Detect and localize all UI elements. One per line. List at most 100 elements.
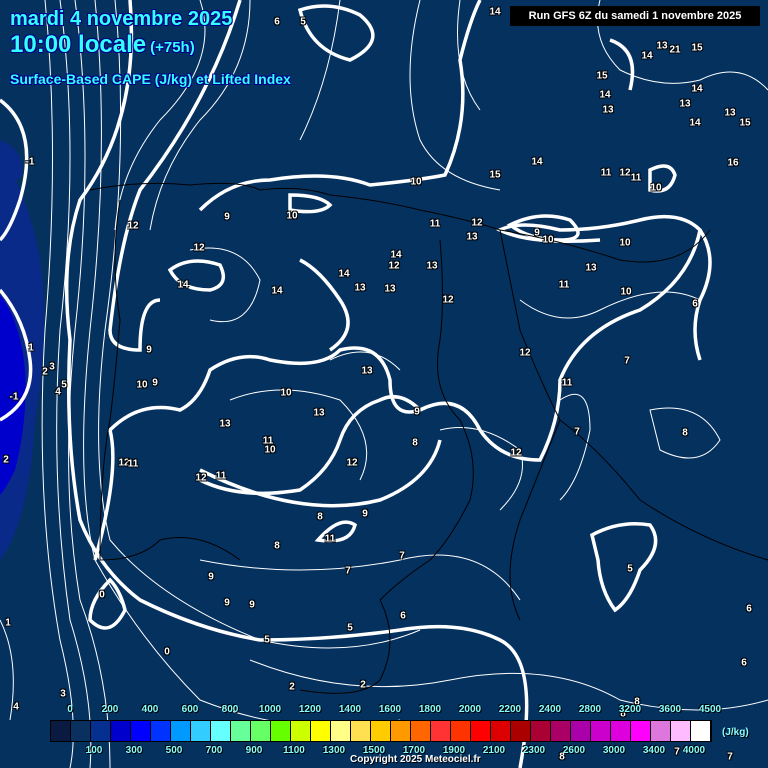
contour-label: 9 [146,344,152,356]
colorbar-label: 1200 [298,704,322,715]
contour-label: 10 [619,237,631,249]
li-shading-top [0,140,23,192]
contour-label: 13 [361,365,373,377]
contour-label: 13 [679,98,691,110]
colorbar-cell [211,721,231,741]
contour-label: 6 [692,298,698,310]
contour-label: 13 [354,282,366,294]
contour-label: 15 [691,42,703,54]
contour-label: 11 [127,458,139,470]
contour-label: 7 [345,565,351,577]
contour-label: -1 [9,391,19,403]
contour-label: 10 [542,234,554,246]
contour-label: 13 [384,283,396,295]
colorbar-cell [251,721,271,741]
colorbar-cell [531,721,551,741]
colorbar-cell [611,721,631,741]
colorbar-label: 4000 [682,745,706,756]
contour-label: 0 [164,646,170,658]
colorbar-cell [631,721,651,741]
colorbar-label: 300 [125,745,143,756]
colorbar-cell [651,721,671,741]
contour-label: 6 [400,610,406,622]
colorbar-label: 600 [181,704,199,715]
colorbar-cell [671,721,691,741]
contour-label: 9 [414,406,420,418]
map-layer [0,0,768,768]
contour-label: 11 [630,172,642,184]
contour-label: 7 [674,746,680,758]
colorbar-cell [171,721,191,741]
colorbar-label: 100 [85,745,103,756]
contour-label: 5 [61,379,67,391]
colorbar-unit: (J/kg) [722,727,749,738]
contour-label: -1 [25,156,35,168]
copyright: Copyright 2025 Meteociel.fr [350,754,481,765]
contour-label: 12 [127,220,139,232]
contour-label: 9 [224,211,230,223]
colorbar-cell [111,721,131,741]
contour-label: 9 [224,597,230,609]
local-time: 10:00 locale [10,31,147,58]
colorbar-label: 2000 [458,704,482,715]
contour-label: 13 [313,407,325,419]
colorbar-label: 1000 [258,704,282,715]
colorbar-label: 700 [205,745,223,756]
colorbar-label: 400 [141,704,159,715]
contour-label: 3 [49,361,55,373]
contour-label: 15 [596,70,608,82]
contour-label: 10 [280,387,292,399]
contour-label: 9 [208,571,214,583]
colorbar-label: 4500 [698,704,722,715]
colorbar-cell [131,721,151,741]
contour-label: 14 [271,285,283,297]
contour-label: 12 [442,294,454,306]
colorbar-cell [151,721,171,741]
contour-label: 12 [510,447,522,459]
contour-label: 2 [289,681,295,693]
contour-label: 14 [338,268,350,280]
colorbar-cell [471,721,491,741]
contour-label: 11 [558,279,570,291]
contour-label: 14 [177,279,189,291]
colorbar [50,720,712,742]
contour-label: 6 [741,657,747,669]
contour-label: 9 [152,377,158,389]
contour-label: 13 [724,107,736,119]
colorbar-label: 3400 [642,745,666,756]
colorbar-label: 3600 [658,704,682,715]
contour-label: 1 [28,342,34,354]
contour-label: 7 [574,426,580,438]
colorbar-label: 2300 [522,745,546,756]
contour-label: 3 [60,688,66,700]
contour-label: 11 [429,218,441,230]
colorbar-cell [511,721,531,741]
colorbar-cell [391,721,411,741]
parameter-title: Surface-Based CAPE (J/kg) et Lifted Inde… [10,71,291,87]
contour-label: 11 [561,377,573,389]
contour-label: 12 [346,457,358,469]
contour-label: 5 [264,634,270,646]
colorbar-label: 1400 [338,704,362,715]
contour-label: 10 [286,210,298,222]
colorbar-cell [311,721,331,741]
contour-label: 8 [682,427,688,439]
contour-label: 6 [746,603,752,615]
colorbar-cell [571,721,591,741]
contour-label: 21 [669,44,681,56]
colorbar-cell [231,721,251,741]
contour-label: 13 [466,231,478,243]
contour-label: 12 [519,347,531,359]
contour-label: 13 [656,40,668,52]
colorbar-cell [271,721,291,741]
contour-label: 11 [215,470,227,482]
colorbar-cell [451,721,471,741]
contour-label: 15 [489,169,501,181]
colorbar-cell [551,721,571,741]
contour-label: 14 [689,117,701,129]
contour-label: 13 [585,262,597,274]
contour-label: 11 [324,533,336,545]
contour-label: 13 [602,104,614,116]
contour-label: 10 [264,444,276,456]
colorbar-label: 2400 [538,704,562,715]
